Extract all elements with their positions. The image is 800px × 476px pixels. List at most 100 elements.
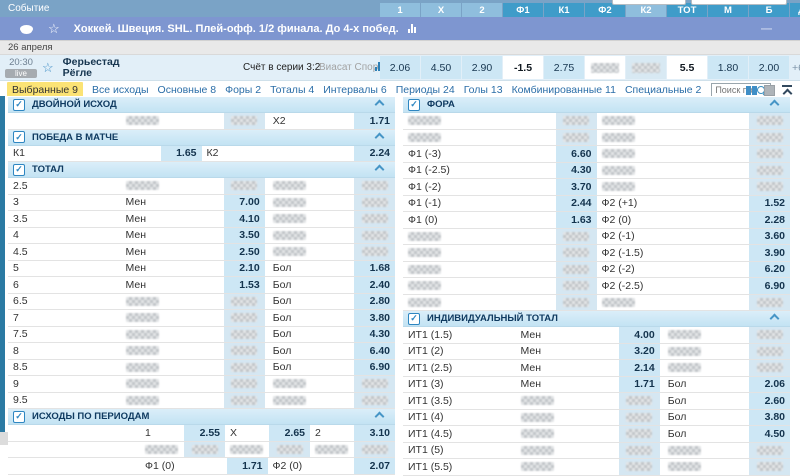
collapse-dash-icon[interactable]: —	[761, 23, 772, 35]
checkbox-checked-icon[interactable]: ✓	[13, 411, 25, 423]
league-stats-icon[interactable]	[408, 24, 416, 33]
market-section: ✓ПОБЕДА В МАТЧЕК11.65К22.24	[8, 130, 395, 163]
chevron-up-icon[interactable]	[375, 132, 385, 142]
odds-cell[interactable]: 4.50	[421, 56, 461, 79]
odds-cell[interactable]: 4.30	[555, 163, 597, 179]
odds-cell[interactable]: 2.80	[353, 294, 395, 310]
odds-cell[interactable]: 1.53	[223, 277, 265, 293]
favorite-match-star-icon[interactable]: ☆	[42, 61, 54, 74]
odds-cell[interactable]: 1.63	[555, 212, 597, 228]
checkbox-checked-icon[interactable]: ✓	[13, 164, 25, 176]
odds-cell[interactable]: 6.90	[353, 360, 395, 376]
tab-market[interactable]: Интервалы 6	[323, 84, 386, 96]
chevron-up-icon[interactable]	[770, 100, 780, 110]
odds-cell[interactable]: 3.50	[223, 228, 265, 244]
market-outcome: Бол6.40	[265, 343, 395, 359]
checkbox-checked-icon[interactable]: ✓	[408, 99, 420, 111]
odds-cell[interactable]: 1.68	[353, 261, 395, 277]
odds-cell[interactable]: 2.60	[748, 393, 790, 409]
odds-cell[interactable]: 2.00	[749, 56, 789, 79]
odds-cell[interactable]: -1.5	[503, 56, 543, 79]
collapse-all-icon[interactable]	[782, 85, 792, 96]
odds-cell[interactable]: 1.65	[160, 146, 202, 162]
odds-cell-censored	[748, 113, 790, 129]
market-row: 5Мен2.10Бол1.68	[8, 261, 395, 278]
chevron-up-icon[interactable]	[770, 314, 780, 324]
odds-cell[interactable]: 2.28	[748, 212, 790, 228]
odds-cell[interactable]: 1.80	[708, 56, 748, 79]
team-names[interactable]: Ферьестад Рёгле	[63, 57, 120, 79]
market-outcome	[403, 130, 597, 146]
odds-cell[interactable]: 2.90	[462, 56, 502, 79]
odds-cell[interactable]: 2.14	[618, 360, 660, 376]
section-header: ✓ИНДИВИДУАЛЬНЫЙ ТОТАЛ	[403, 311, 790, 327]
odds-cell[interactable]: 6.20	[748, 262, 790, 278]
odds-cell[interactable]: 2.55	[183, 425, 225, 441]
odds-cell[interactable]: 3.70	[555, 179, 597, 195]
odds-cell[interactable]: 2.50	[223, 244, 265, 260]
checkbox-checked-icon[interactable]: ✓	[13, 99, 25, 111]
market-row: 8Бол6.40	[8, 343, 395, 360]
odds-cell[interactable]: 3.80	[748, 410, 790, 426]
odds-cell[interactable]: 4.00	[618, 327, 660, 343]
odds-cell[interactable]: 2.44	[555, 196, 597, 212]
odds-cell[interactable]: 6.40	[353, 343, 395, 359]
tab-market[interactable]: Голы 13	[464, 84, 503, 96]
odds-cell[interactable]: 6.90	[748, 278, 790, 294]
chevron-up-icon[interactable]	[375, 100, 385, 110]
odds-cell[interactable]: 3.90	[748, 245, 790, 261]
odds-cell[interactable]: 3.10	[353, 425, 395, 441]
odds-cell[interactable]: 1.71	[618, 377, 660, 393]
odds-cell[interactable]: 2.40	[353, 277, 395, 293]
param-zone: ИТ1 (3.5)	[403, 393, 519, 409]
param-zone	[310, 442, 353, 458]
tab-market[interactable]: Периоды 24	[396, 84, 455, 96]
censored-blur	[362, 379, 388, 388]
tab-market[interactable]: Специальные 2	[625, 84, 701, 96]
odds-cell[interactable]: 1.71	[353, 113, 395, 129]
odds-cell[interactable]: 4.50	[748, 426, 790, 442]
tab-market[interactable]: Тоталы 4	[270, 84, 314, 96]
two-column-view-icon[interactable]	[746, 86, 757, 95]
odds-cell[interactable]: 3.80	[353, 310, 395, 326]
odds-cell[interactable]: 3.20	[618, 344, 660, 360]
outcome-label: Мен	[124, 279, 147, 291]
favorite-league-star-icon[interactable]: ☆	[48, 22, 60, 35]
odds-cell[interactable]: 3.60	[748, 229, 790, 245]
checkbox-checked-icon[interactable]: ✓	[13, 131, 25, 143]
odds-cell[interactable]: 2.07	[353, 458, 395, 474]
match-row[interactable]: 20:30 live ☆ Ферьестад Рёгле Счёт в сери…	[0, 55, 800, 81]
chevron-up-icon[interactable]	[375, 412, 385, 422]
censored-blur	[757, 347, 783, 356]
market-outcome: Ф1 (-2)3.70	[403, 179, 597, 195]
vertical-scrollbar[interactable]	[0, 96, 5, 432]
one-column-view-icon[interactable]	[764, 85, 775, 96]
chevron-up-icon[interactable]	[375, 165, 385, 175]
odds-cell[interactable]: 2.06	[380, 56, 420, 79]
odds-cell[interactable]: 2.65	[268, 425, 310, 441]
tab-market[interactable]: Все исходы	[92, 84, 149, 96]
odds-cell[interactable]: 6.60	[555, 146, 597, 162]
odds-cell[interactable]: 4.30	[353, 327, 395, 343]
tab-market[interactable]: Форы 2	[225, 84, 261, 96]
odds-cell[interactable]: 2.06	[748, 377, 790, 393]
market-outcome: Ф1 (0)1.71	[140, 458, 268, 474]
odds-cell[interactable]: 2.10	[223, 261, 265, 277]
partial-input-box	[612, 0, 686, 5]
odds-cell[interactable]: 1.52	[748, 196, 790, 212]
odds-cell[interactable]: 2.24	[353, 146, 395, 162]
odds-cell[interactable]: 7.00	[223, 195, 265, 211]
odds-cell[interactable]: 2.75	[544, 56, 584, 79]
label-zone: Бол	[660, 426, 748, 442]
checkbox-checked-icon[interactable]: ✓	[408, 313, 420, 325]
odds-cell[interactable]: 1.71	[226, 458, 268, 474]
odds-cell[interactable]: 5.5	[667, 56, 707, 79]
market-outcome	[265, 393, 395, 409]
tab-market[interactable]: Комбинированные 11	[512, 84, 616, 96]
section-title: ПОБЕДА В МАТЧЕ	[32, 132, 118, 143]
market-outcome	[225, 442, 310, 458]
odds-cell[interactable]: 4.10	[223, 211, 265, 227]
market-outcome	[597, 113, 791, 129]
outcome-label: Мен	[519, 378, 542, 390]
tab-market[interactable]: Основные 8	[158, 84, 217, 96]
